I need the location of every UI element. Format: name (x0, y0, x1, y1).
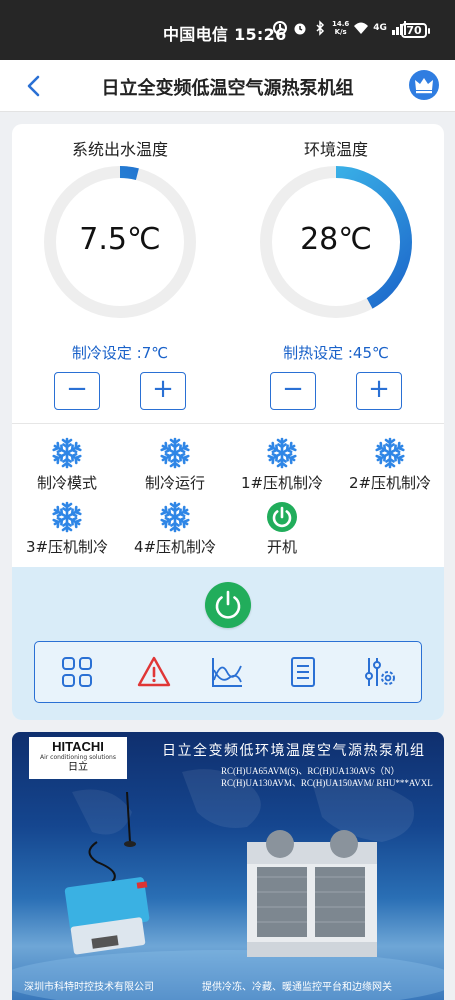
promo-banner[interactable]: HITACHI Air conditioning solutions 日立 日立… (12, 732, 444, 1000)
banner-title: 日立全变频低环境温度空气源热泵机组 (162, 743, 426, 759)
brand-subtitle: Air conditioning solutions (40, 754, 116, 761)
bluetooth-icon (316, 20, 325, 36)
power-icon (267, 502, 297, 532)
brand-cn: 日立 (68, 762, 88, 773)
alarm-icon[interactable] (136, 654, 172, 690)
snowflake-icon (267, 437, 297, 469)
cooling-increase-button[interactable]: + (140, 372, 186, 410)
banner-company: 深圳市科特时控技术有限公司 (24, 982, 154, 993)
data-saver-icon (273, 21, 287, 35)
list-icon[interactable] (285, 654, 321, 690)
status-item-power-on: 开机 (227, 501, 337, 557)
chart-icon[interactable] (209, 654, 245, 690)
ambient-temp-value: 28℃ (300, 222, 372, 257)
heating-increase-button[interactable]: + (356, 372, 402, 410)
carrier-time: 中国电信 15:26 (163, 25, 287, 44)
snowflake-icon (160, 437, 190, 469)
status-item-cooling-mode: 制冷模式 (12, 437, 122, 493)
crown-icon (415, 78, 433, 94)
app-header: 日立全变频低温空气源热泵机组 (0, 60, 455, 112)
status-item-compressor-4: 4#压机制冷 (120, 501, 230, 557)
snowflake-icon (160, 501, 190, 533)
status-bar: 中国电信 15:26 14.6 K/s 4G 70 (0, 0, 455, 60)
water-outlet-temp-value: 7.5℃ (79, 222, 161, 257)
water-outlet-temp-label: 系统出水温度 (71, 140, 168, 159)
status-label: 开机 (266, 538, 297, 556)
cooling-setpoint: 制冷设定 :7℃ (71, 344, 169, 362)
divider (12, 423, 444, 424)
network-speed: 14.6 K/s (332, 20, 349, 36)
ambient-temp-label: 环境温度 (303, 140, 368, 159)
status-item-compressor-1: 1#压机制冷 (227, 437, 337, 493)
status-label: 制冷模式 (36, 474, 97, 492)
power-button[interactable] (205, 582, 251, 628)
banner-models-line2: RC(H)UA130AVM、RC(H)UA150AVM/ RHU***AVXL (221, 778, 433, 788)
heating-decrease-button[interactable]: − (270, 372, 316, 410)
page-title: 日立全变频低温空气源热泵机组 (101, 78, 354, 99)
snowflake-icon (52, 501, 82, 533)
speed-unit: K/s (334, 28, 347, 36)
wifi-icon (354, 22, 369, 34)
power-icon (215, 590, 241, 619)
status-label: 1#压机制冷 (240, 474, 324, 492)
cooling-decrease-button[interactable]: − (54, 372, 100, 410)
status-item-cooling-run: 制冷运行 (120, 437, 230, 493)
status-label: 2#压机制冷 (348, 474, 432, 492)
banner-slogan: 提供冷冻、冷藏、暖通监控平台和边缘网关 (202, 982, 392, 993)
grid-icon[interactable] (59, 654, 95, 690)
hitachi-logo: HITACHI Air conditioning solutions 日立 (29, 737, 127, 779)
toolbar (34, 641, 422, 703)
status-label: 制冷运行 (144, 474, 205, 492)
main-card: 系统出水温度 7.5℃ 制冷设定 :7℃ − + 环境温度 28℃ 制热设定 :… (12, 124, 444, 720)
control-panel (12, 567, 444, 720)
battery-indicator: 70 (401, 23, 430, 38)
status-item-compressor-3: 3#压机制冷 (12, 501, 122, 557)
alarm-clock-icon (294, 23, 306, 35)
snowflake-icon (52, 437, 82, 469)
network-type: 4G (373, 23, 387, 33)
speed-value: 14.6 (332, 20, 350, 28)
status-label: 3#压机制冷 (25, 538, 109, 556)
status-icons: 14.6 K/s 4G (272, 20, 407, 36)
status-label: 4#压机制冷 (133, 538, 217, 556)
settings-sliders-icon[interactable] (361, 654, 397, 690)
brand-name: HITACHI (52, 739, 104, 754)
heating-setpoint: 制热设定 :45℃ (283, 344, 389, 362)
status-item-compressor-2: 2#压机制冷 (335, 437, 444, 493)
snowflake-icon (375, 437, 405, 469)
vip-button[interactable] (409, 70, 439, 100)
